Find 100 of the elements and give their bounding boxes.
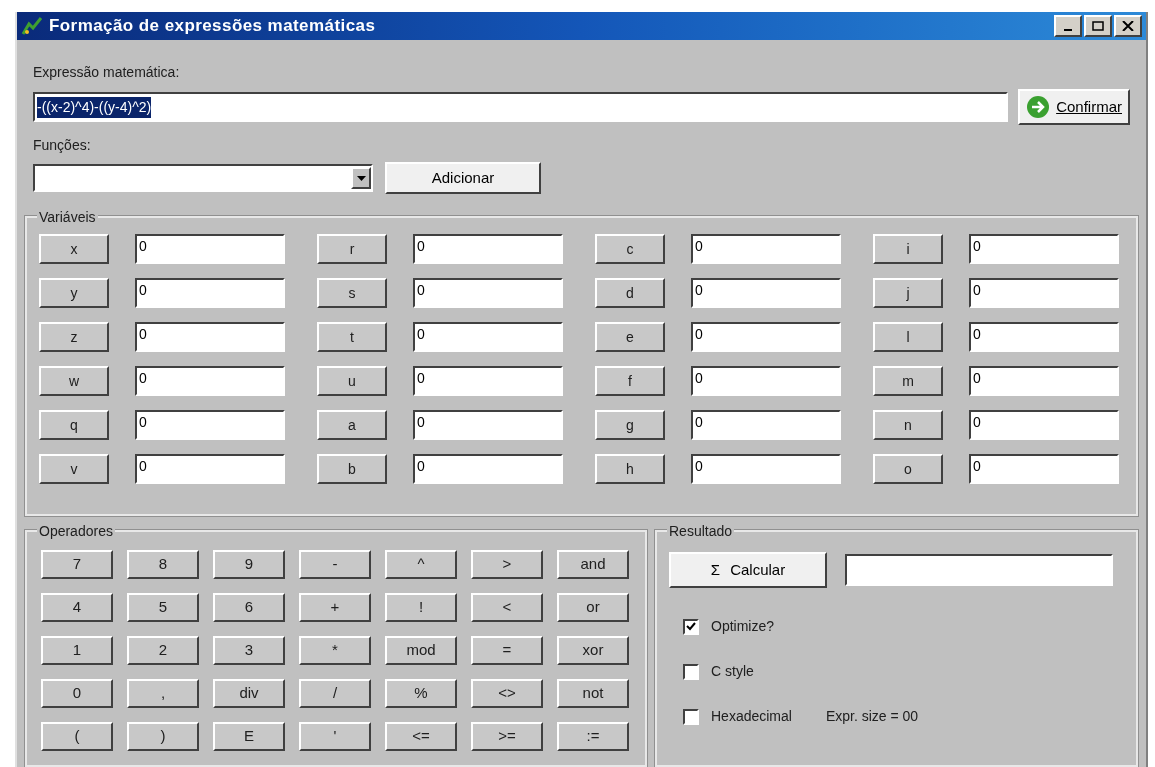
variable-field[interactable]: 0 [135,410,285,440]
checkbox-label: C style [711,662,754,681]
variable-button[interactable]: m [873,366,943,396]
operator-button[interactable]: ) [127,722,199,751]
operator-button[interactable]: := [557,722,629,751]
variable-field[interactable]: 0 [135,322,285,352]
variable-button[interactable]: l [873,322,943,352]
operator-button[interactable]: 0 [41,679,113,708]
operator-button[interactable]: E [213,722,285,751]
variable-button[interactable]: w [39,366,109,396]
maximize-button[interactable] [1084,15,1112,37]
checkbox[interactable] [683,618,699,635]
dropdown-arrow-button[interactable] [351,167,371,189]
operator-button[interactable]: 1 [41,636,113,665]
minimize-button[interactable] [1054,15,1082,37]
variable-field[interactable]: 0 [413,322,563,352]
operator-button[interactable]: xor [557,636,629,665]
variable-field[interactable]: 0 [969,278,1119,308]
variable-button[interactable]: v [39,454,109,484]
variable-button[interactable]: t [317,322,387,352]
operator-button[interactable]: + [299,593,371,622]
add-button[interactable]: Adicionar [385,162,541,194]
variable-button[interactable]: x [39,234,109,264]
operator-button[interactable]: 7 [41,550,113,579]
variable-field[interactable]: 0 [135,454,285,484]
field-label: Expressão matemática: [33,63,181,82]
variable-button[interactable]: e [595,322,665,352]
operator-button[interactable]: = [471,636,543,665]
variable-field[interactable]: 0 [969,234,1119,264]
close-button[interactable] [1114,15,1142,37]
operator-button[interactable]: <= [385,722,457,751]
variable-button[interactable]: s [317,278,387,308]
variable-field[interactable]: 0 [691,454,841,484]
variable-field[interactable]: 0 [969,410,1119,440]
operator-button[interactable]: 4 [41,593,113,622]
operator-button[interactable]: ' [299,722,371,751]
variable-field[interactable]: 0 [135,366,285,396]
variable-field[interactable]: 0 [691,410,841,440]
operator-button[interactable]: and [557,550,629,579]
variable-field[interactable]: 0 [413,366,563,396]
operator-button[interactable]: div [213,679,285,708]
variable-field[interactable]: 0 [969,454,1119,484]
field-label: Funções: [33,136,92,155]
variable-field[interactable]: 0 [691,366,841,396]
variable-field[interactable]: 0 [135,234,285,264]
operator-button[interactable]: 9 [213,550,285,579]
variable-button[interactable]: i [873,234,943,264]
operator-button[interactable]: < [471,593,543,622]
variable-button[interactable]: q [39,410,109,440]
variable-field[interactable]: 0 [413,278,563,308]
variable-field[interactable]: 0 [413,234,563,264]
variable-button[interactable]: j [873,278,943,308]
operator-button[interactable]: 6 [213,593,285,622]
variable-button[interactable]: d [595,278,665,308]
operator-button[interactable]: - [299,550,371,579]
variable-field[interactable]: 0 [691,322,841,352]
variable-field[interactable]: 0 [691,278,841,308]
variable-button[interactable]: g [595,410,665,440]
variable-button[interactable]: b [317,454,387,484]
operator-button[interactable]: ^ [385,550,457,579]
operator-button[interactable]: > [471,550,543,579]
window-title: Formação de expressões matemáticas [49,15,376,38]
operator-button[interactable]: % [385,679,457,708]
operator-button[interactable]: * [299,636,371,665]
variable-button[interactable]: n [873,410,943,440]
operator-button[interactable]: / [299,679,371,708]
operator-button[interactable]: 8 [127,550,199,579]
variable-field[interactable]: 0 [691,234,841,264]
variable-button[interactable]: z [39,322,109,352]
operator-button[interactable]: not [557,679,629,708]
operator-button[interactable]: 5 [127,593,199,622]
variable-button[interactable]: u [317,366,387,396]
variable-button[interactable]: a [317,410,387,440]
variable-button[interactable]: h [595,454,665,484]
variable-field[interactable]: 0 [413,410,563,440]
result-field[interactable] [845,554,1113,586]
expression-field[interactable]: -((x-2)^4)-((y-4)^2) [33,92,1009,122]
operator-button[interactable]: or [557,593,629,622]
operator-button[interactable]: ! [385,593,457,622]
variable-button[interactable]: f [595,366,665,396]
variable-button[interactable]: y [39,278,109,308]
operator-button[interactable]: 3 [213,636,285,665]
variable-field[interactable]: 0 [969,322,1119,352]
calculate-button[interactable]: Σ Calcular [669,552,827,588]
operator-button[interactable]: <> [471,679,543,708]
operator-button[interactable]: 2 [127,636,199,665]
operator-button[interactable]: mod [385,636,457,665]
variable-button[interactable]: o [873,454,943,484]
variable-field[interactable]: 0 [135,278,285,308]
operator-button[interactable]: , [127,679,199,708]
operator-button[interactable]: >= [471,722,543,751]
variable-field[interactable]: 0 [969,366,1119,396]
variable-field[interactable]: 0 [413,454,563,484]
variable-button[interactable]: c [595,234,665,264]
checkbox[interactable] [683,708,699,725]
checkbox[interactable] [683,663,699,680]
operator-button[interactable]: ( [41,722,113,751]
confirm-button[interactable]: Confirmar [1018,89,1130,125]
functions-dropdown[interactable] [33,164,373,192]
variable-button[interactable]: r [317,234,387,264]
